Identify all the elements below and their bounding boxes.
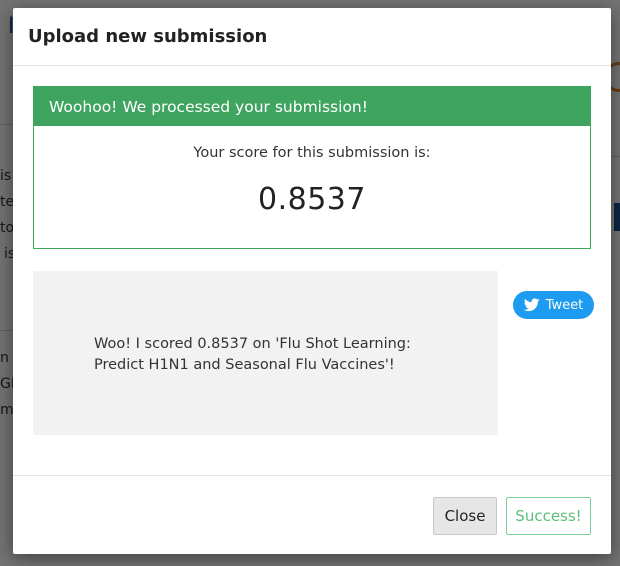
close-button[interactable]: Close xyxy=(433,497,497,535)
score-label: Your score for this submission is: xyxy=(193,145,431,161)
modal-footer: Close Success! xyxy=(13,475,611,554)
score-value: 0.8537 xyxy=(258,182,366,217)
share-message-box: Woo! I scored 0.8537 on 'Flu Shot Learni… xyxy=(33,271,498,435)
success-button[interactable]: Success! xyxy=(506,497,591,535)
tweet-button[interactable]: Tweet xyxy=(513,291,594,319)
success-banner: Woohoo! We processed your submission! xyxy=(34,87,590,126)
share-message-text: Woo! I scored 0.8537 on 'Flu Shot Learni… xyxy=(94,336,411,373)
modal-header: Upload new submission xyxy=(13,8,611,66)
tweet-label: Tweet xyxy=(545,297,584,313)
upload-submission-modal: Upload new submission Woohoo! We process… xyxy=(13,8,611,554)
modal-title: Upload new submission xyxy=(28,26,268,47)
score-panel: Woohoo! We processed your submission! Yo… xyxy=(33,86,591,249)
twitter-bird-icon xyxy=(523,298,540,312)
